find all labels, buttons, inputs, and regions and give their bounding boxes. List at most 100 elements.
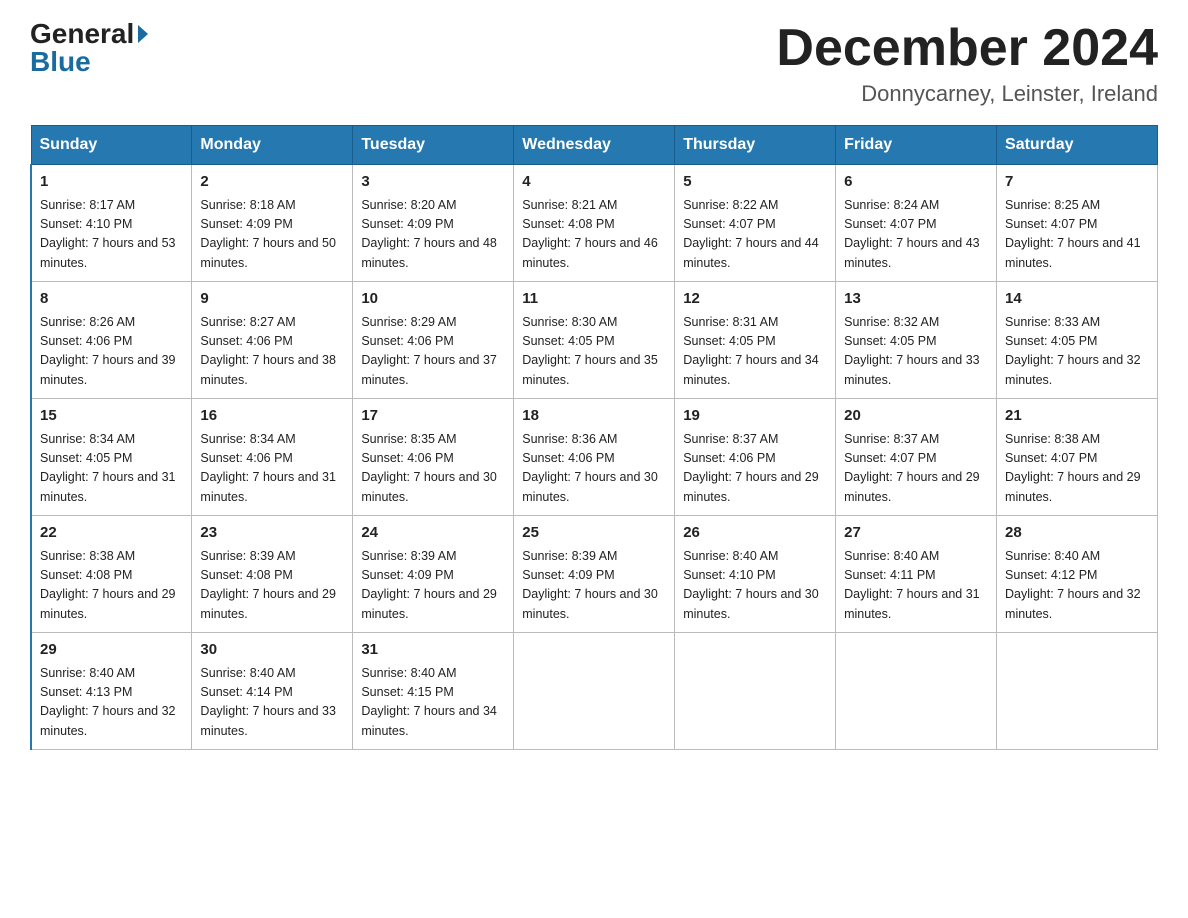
day-number: 15 [40,405,183,428]
calendar-week-row: 1Sunrise: 8:17 AMSunset: 4:10 PMDaylight… [31,165,1158,282]
calendar-cell: 12Sunrise: 8:31 AMSunset: 4:05 PMDayligh… [675,282,836,399]
calendar-cell: 27Sunrise: 8:40 AMSunset: 4:11 PMDayligh… [836,516,997,633]
calendar-cell: 25Sunrise: 8:39 AMSunset: 4:09 PMDayligh… [514,516,675,633]
calendar-cell: 29Sunrise: 8:40 AMSunset: 4:13 PMDayligh… [31,633,192,750]
day-info: Sunrise: 8:34 AMSunset: 4:06 PMDaylight:… [200,430,344,508]
day-number: 8 [40,288,183,311]
calendar-cell: 15Sunrise: 8:34 AMSunset: 4:05 PMDayligh… [31,399,192,516]
day-info: Sunrise: 8:38 AMSunset: 4:07 PMDaylight:… [1005,430,1149,508]
logo: General Blue [30,20,148,78]
day-number: 25 [522,522,666,545]
day-info: Sunrise: 8:33 AMSunset: 4:05 PMDaylight:… [1005,313,1149,391]
day-info: Sunrise: 8:38 AMSunset: 4:08 PMDaylight:… [40,547,183,625]
day-number: 16 [200,405,344,428]
day-number: 27 [844,522,988,545]
day-number: 23 [200,522,344,545]
day-number: 31 [361,639,505,662]
calendar-cell: 3Sunrise: 8:20 AMSunset: 4:09 PMDaylight… [353,165,514,282]
calendar-cell: 17Sunrise: 8:35 AMSunset: 4:06 PMDayligh… [353,399,514,516]
title-section: December 2024 Donnycarney, Leinster, Ire… [776,20,1158,107]
day-info: Sunrise: 8:18 AMSunset: 4:09 PMDaylight:… [200,196,344,274]
day-number: 24 [361,522,505,545]
page-header: General Blue December 2024 Donnycarney, … [30,20,1158,107]
calendar-week-row: 22Sunrise: 8:38 AMSunset: 4:08 PMDayligh… [31,516,1158,633]
calendar-cell [675,633,836,750]
day-info: Sunrise: 8:40 AMSunset: 4:14 PMDaylight:… [200,664,344,742]
day-number: 19 [683,405,827,428]
day-info: Sunrise: 8:40 AMSunset: 4:10 PMDaylight:… [683,547,827,625]
day-info: Sunrise: 8:39 AMSunset: 4:09 PMDaylight:… [361,547,505,625]
day-info: Sunrise: 8:39 AMSunset: 4:08 PMDaylight:… [200,547,344,625]
calendar-cell: 7Sunrise: 8:25 AMSunset: 4:07 PMDaylight… [997,165,1158,282]
day-number: 5 [683,171,827,194]
day-number: 13 [844,288,988,311]
weekday-header-friday: Friday [836,126,997,165]
calendar-cell: 10Sunrise: 8:29 AMSunset: 4:06 PMDayligh… [353,282,514,399]
calendar-cell: 16Sunrise: 8:34 AMSunset: 4:06 PMDayligh… [192,399,353,516]
day-info: Sunrise: 8:29 AMSunset: 4:06 PMDaylight:… [361,313,505,391]
calendar-cell: 9Sunrise: 8:27 AMSunset: 4:06 PMDaylight… [192,282,353,399]
calendar-cell: 18Sunrise: 8:36 AMSunset: 4:06 PMDayligh… [514,399,675,516]
day-info: Sunrise: 8:40 AMSunset: 4:12 PMDaylight:… [1005,547,1149,625]
day-info: Sunrise: 8:27 AMSunset: 4:06 PMDaylight:… [200,313,344,391]
calendar-week-row: 8Sunrise: 8:26 AMSunset: 4:06 PMDaylight… [31,282,1158,399]
calendar-cell: 1Sunrise: 8:17 AMSunset: 4:10 PMDaylight… [31,165,192,282]
calendar-cell: 23Sunrise: 8:39 AMSunset: 4:08 PMDayligh… [192,516,353,633]
weekday-header-thursday: Thursday [675,126,836,165]
day-info: Sunrise: 8:37 AMSunset: 4:07 PMDaylight:… [844,430,988,508]
calendar-cell: 5Sunrise: 8:22 AMSunset: 4:07 PMDaylight… [675,165,836,282]
weekday-header-tuesday: Tuesday [353,126,514,165]
weekday-header-monday: Monday [192,126,353,165]
day-info: Sunrise: 8:40 AMSunset: 4:11 PMDaylight:… [844,547,988,625]
day-number: 11 [522,288,666,311]
day-info: Sunrise: 8:25 AMSunset: 4:07 PMDaylight:… [1005,196,1149,274]
day-info: Sunrise: 8:22 AMSunset: 4:07 PMDaylight:… [683,196,827,274]
calendar-table: SundayMondayTuesdayWednesdayThursdayFrid… [30,125,1158,750]
calendar-cell: 28Sunrise: 8:40 AMSunset: 4:12 PMDayligh… [997,516,1158,633]
calendar-cell: 14Sunrise: 8:33 AMSunset: 4:05 PMDayligh… [997,282,1158,399]
day-number: 29 [40,639,183,662]
day-info: Sunrise: 8:30 AMSunset: 4:05 PMDaylight:… [522,313,666,391]
calendar-cell: 30Sunrise: 8:40 AMSunset: 4:14 PMDayligh… [192,633,353,750]
day-info: Sunrise: 8:32 AMSunset: 4:05 PMDaylight:… [844,313,988,391]
weekday-header-saturday: Saturday [997,126,1158,165]
calendar-cell: 21Sunrise: 8:38 AMSunset: 4:07 PMDayligh… [997,399,1158,516]
logo-general-text: General [30,20,134,48]
day-number: 28 [1005,522,1149,545]
calendar-cell: 8Sunrise: 8:26 AMSunset: 4:06 PMDaylight… [31,282,192,399]
day-number: 4 [522,171,666,194]
day-number: 2 [200,171,344,194]
day-info: Sunrise: 8:37 AMSunset: 4:06 PMDaylight:… [683,430,827,508]
weekday-header-sunday: Sunday [31,126,192,165]
day-number: 9 [200,288,344,311]
day-number: 3 [361,171,505,194]
calendar-cell: 26Sunrise: 8:40 AMSunset: 4:10 PMDayligh… [675,516,836,633]
calendar-week-row: 15Sunrise: 8:34 AMSunset: 4:05 PMDayligh… [31,399,1158,516]
calendar-cell [514,633,675,750]
calendar-cell [836,633,997,750]
day-info: Sunrise: 8:40 AMSunset: 4:15 PMDaylight:… [361,664,505,742]
calendar-cell: 31Sunrise: 8:40 AMSunset: 4:15 PMDayligh… [353,633,514,750]
day-info: Sunrise: 8:39 AMSunset: 4:09 PMDaylight:… [522,547,666,625]
calendar-cell: 24Sunrise: 8:39 AMSunset: 4:09 PMDayligh… [353,516,514,633]
day-number: 12 [683,288,827,311]
weekday-header-row: SundayMondayTuesdayWednesdayThursdayFrid… [31,126,1158,165]
calendar-cell: 19Sunrise: 8:37 AMSunset: 4:06 PMDayligh… [675,399,836,516]
weekday-header-wednesday: Wednesday [514,126,675,165]
location-title: Donnycarney, Leinster, Ireland [776,81,1158,107]
day-number: 17 [361,405,505,428]
calendar-cell: 2Sunrise: 8:18 AMSunset: 4:09 PMDaylight… [192,165,353,282]
day-number: 7 [1005,171,1149,194]
day-info: Sunrise: 8:35 AMSunset: 4:06 PMDaylight:… [361,430,505,508]
day-number: 6 [844,171,988,194]
calendar-week-row: 29Sunrise: 8:40 AMSunset: 4:13 PMDayligh… [31,633,1158,750]
day-number: 20 [844,405,988,428]
calendar-cell: 20Sunrise: 8:37 AMSunset: 4:07 PMDayligh… [836,399,997,516]
day-info: Sunrise: 8:17 AMSunset: 4:10 PMDaylight:… [40,196,183,274]
day-number: 10 [361,288,505,311]
day-number: 21 [1005,405,1149,428]
calendar-cell: 22Sunrise: 8:38 AMSunset: 4:08 PMDayligh… [31,516,192,633]
calendar-cell [997,633,1158,750]
day-info: Sunrise: 8:20 AMSunset: 4:09 PMDaylight:… [361,196,505,274]
logo-arrow-icon [138,25,148,43]
